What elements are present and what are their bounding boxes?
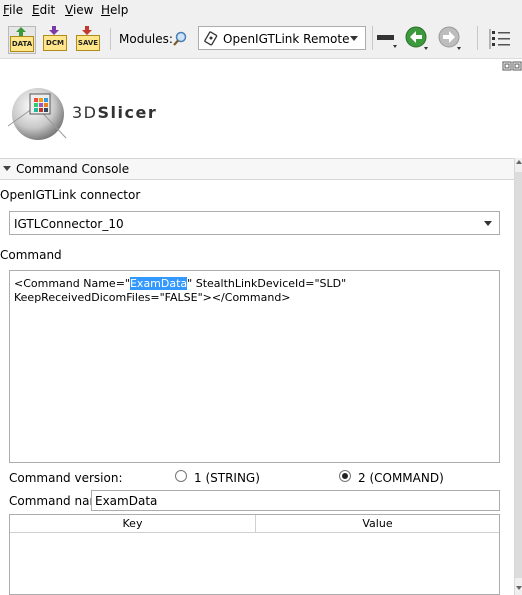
connector-select[interactable]: IGTLConnector_10 — [9, 211, 500, 235]
search-icon[interactable] — [172, 31, 188, 47]
menu-file[interactable]: File — [3, 3, 23, 17]
collapse-triangle-icon — [3, 166, 11, 171]
panel-title: Command Console — [16, 162, 130, 176]
back-arrow-icon[interactable] — [405, 26, 429, 50]
menu-view[interactable]: View — [65, 3, 93, 17]
selected-text: ExamData — [129, 277, 188, 290]
undock-icon[interactable] — [502, 61, 522, 73]
view-layout-icon[interactable] — [376, 30, 400, 50]
forward-arrow-icon[interactable] — [438, 26, 462, 50]
command-label: Command — [0, 248, 62, 262]
version-option-string-label: 1 (STRING) — [194, 471, 260, 485]
toolbar-separator — [110, 28, 111, 50]
panel-scrollbar[interactable] — [514, 158, 522, 595]
arrow-down-icon — [49, 26, 59, 35]
parameter-table[interactable]: Key Value — [9, 514, 500, 595]
module-select-value: OpenIGTLink Remote — [223, 32, 350, 46]
menu-help[interactable]: Help — [101, 3, 128, 17]
version-option-command-label: 2 (COMMAND) — [358, 471, 444, 485]
slicer-logo-icon — [7, 88, 67, 140]
save-button[interactable]: SAVE — [75, 26, 101, 52]
modules-label: Modules: — [119, 32, 173, 46]
menu-edit[interactable]: Edit — [32, 3, 55, 17]
data-button[interactable]: DATA — [8, 26, 36, 54]
version-label: Command version: — [9, 471, 123, 485]
scrollbar-thumb[interactable] — [515, 172, 522, 578]
table-header-key[interactable]: Key — [10, 515, 256, 533]
module-list-icon[interactable] — [489, 29, 511, 49]
table-header-value[interactable]: Value — [256, 515, 499, 533]
command-text-editor[interactable]: <Command Name="ExamData" StealthLinkDevi… — [9, 270, 500, 463]
arrow-up-icon — [16, 27, 26, 36]
command-console-header[interactable]: Command Console — [0, 158, 514, 180]
version-radio-string[interactable] — [175, 470, 187, 482]
scroll-down-icon[interactable] — [516, 586, 522, 590]
toolbar-separator — [372, 26, 373, 50]
radio-checked-dot — [342, 473, 348, 479]
chevron-down-icon — [350, 36, 358, 41]
save-button-label: SAVE — [76, 35, 100, 51]
dcm-button[interactable]: DCM — [42, 26, 68, 52]
toolbar-separator — [477, 26, 478, 50]
module-icon — [204, 31, 218, 46]
version-radio-command[interactable] — [339, 470, 351, 482]
menu-bar: File Edit View Help — [0, 0, 522, 20]
scroll-up-icon[interactable] — [516, 160, 522, 164]
command-text: <Command Name="ExamData" StealthLinkDevi… — [14, 277, 347, 304]
module-select[interactable]: OpenIGTLink Remote — [198, 26, 366, 50]
command-name-value: ExamData — [95, 494, 158, 508]
data-button-label: DATA — [10, 36, 34, 52]
dcm-button-label: DCM — [43, 35, 67, 51]
connector-select-value: IGTLConnector_10 — [14, 217, 124, 231]
save-arrow-icon — [82, 26, 92, 35]
command-name-input[interactable]: ExamData — [91, 490, 500, 511]
chevron-down-icon — [484, 221, 492, 226]
slicer-logo-text: 3DSlicer — [72, 103, 158, 122]
connector-label: OpenIGTLink connector — [0, 188, 141, 202]
